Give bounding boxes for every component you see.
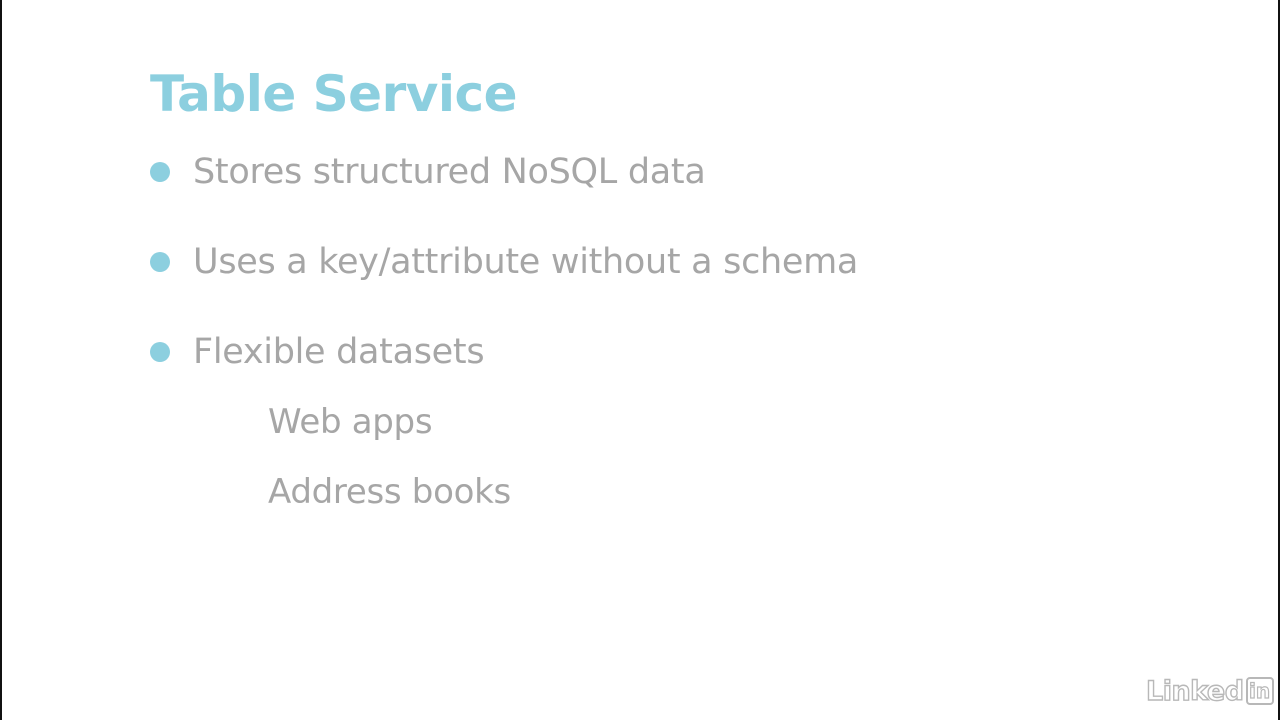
bullet-item: Flexible datasets — [150, 332, 485, 372]
sub-item: Address books — [268, 472, 511, 512]
bullet-text: Stores structured NoSQL data — [193, 152, 706, 192]
bullet-dot-icon — [150, 342, 170, 362]
logo-wordmark: Linked — [1145, 675, 1244, 707]
logo-in-box: in — [1245, 677, 1274, 705]
slide: Table Service Stores structured NoSQL da… — [0, 0, 1280, 720]
bullet-item: Stores structured NoSQL data — [150, 152, 706, 192]
linkedin-logo: Linked in — [1145, 674, 1274, 708]
bullet-dot-icon — [150, 252, 170, 272]
sub-item: Web apps — [268, 402, 433, 442]
slide-title: Table Service — [150, 65, 518, 123]
bullet-item: Uses a key/attribute without a schema — [150, 242, 858, 282]
bullet-dot-icon — [150, 162, 170, 182]
bullet-text: Flexible datasets — [193, 332, 485, 372]
bullet-text: Uses a key/attribute without a schema — [193, 242, 859, 282]
